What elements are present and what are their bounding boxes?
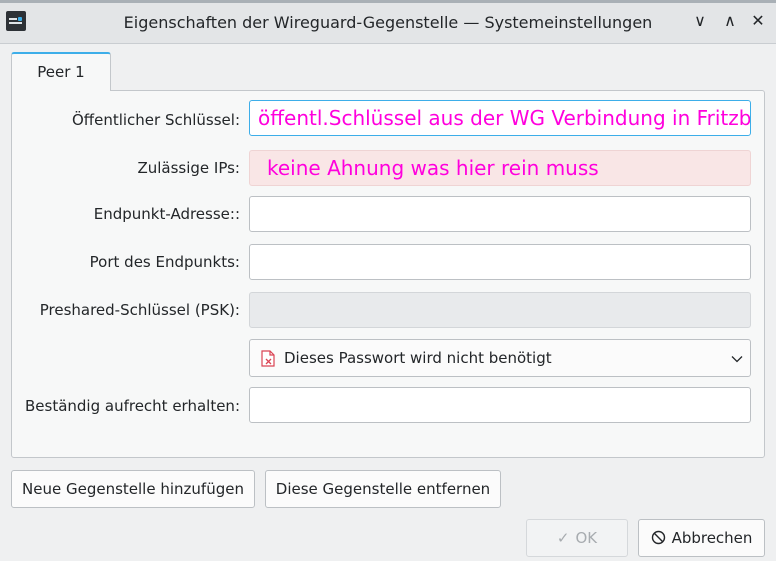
close-icon[interactable]: ✕ <box>748 11 768 31</box>
allowed-ips-label: Zulässige IPs: <box>137 159 240 177</box>
remove-peer-button[interactable]: Diese Gegenstelle entfernen <box>265 470 501 508</box>
psk-input <box>249 292 751 328</box>
endpoint-port-label: Port des Endpunkts: <box>89 253 240 271</box>
psk-label: Preshared-Schlüssel (PSK): <box>39 301 240 319</box>
allowed-ips-input[interactable]: keine Ahnung was hier rein muss <box>249 150 751 186</box>
tab-peer-1[interactable]: Peer 1 <box>11 52 111 91</box>
public-key-input[interactable]: öffentl.Schlüssel aus der WG Verbindung … <box>249 100 751 136</box>
window-title: Eigenschaften der Wireguard-Gegenstelle … <box>123 13 653 32</box>
endpoint-port-input[interactable] <box>249 244 751 280</box>
document-error-icon <box>261 350 275 367</box>
keepalive-label: Beständig aufrecht erhalten: <box>24 397 240 415</box>
endpoint-address-label: Endpunkt-Adresse:: <box>93 205 240 223</box>
password-option-value: Dieses Passwort wird nicht benötigt <box>284 349 552 367</box>
check-icon: ✓ <box>556 529 570 547</box>
add-peer-button[interactable]: Neue Gegenstelle hinzufügen <box>11 470 255 508</box>
public-key-label: Öffentlicher Schlüssel: <box>71 111 240 129</box>
chevron-down-icon <box>731 356 743 363</box>
maximize-icon[interactable]: ∧ <box>720 11 740 31</box>
cancel-button-label: Abbrechen <box>671 529 753 547</box>
keepalive-input[interactable] <box>249 387 751 423</box>
minimize-icon[interactable]: ∨ <box>690 11 710 31</box>
cancel-button[interactable]: Abbrechen <box>638 519 765 557</box>
password-option-select[interactable]: Dieses Passwort wird nicht benötigt <box>249 339 751 377</box>
endpoint-address-input[interactable] <box>249 196 751 232</box>
cancel-icon <box>651 530 665 545</box>
window-titlebar: Eigenschaften der Wireguard-Gegenstelle … <box>0 0 776 44</box>
ok-button-label: OK <box>575 529 598 547</box>
ok-button[interactable]: ✓ OK <box>526 519 628 557</box>
